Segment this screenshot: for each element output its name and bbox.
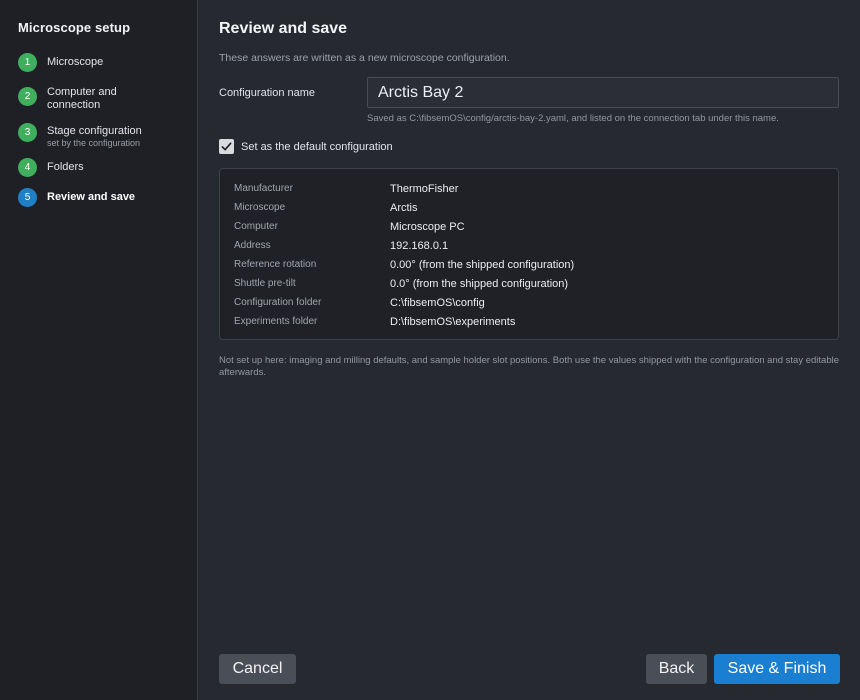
footer-actions: Cancel Back Save & Finish xyxy=(219,654,840,684)
summary-value: C:\fibsemOS\config xyxy=(390,296,485,309)
summary-value: ThermoFisher xyxy=(390,182,459,195)
main-panel: Review and save These answers are writte… xyxy=(198,0,860,700)
footnote: Not set up here: imaging and milling def… xyxy=(219,355,839,378)
summary-value: D:\fibsemOS\experiments xyxy=(390,315,516,328)
summary-row: Computer Microscope PC xyxy=(234,217,824,236)
config-name-input[interactable] xyxy=(367,77,839,108)
summary-key: Microscope xyxy=(234,202,286,213)
summary-value: 192.168.0.1 xyxy=(390,239,449,252)
summary-row: Microscope Arctis xyxy=(234,198,824,217)
default-config-checkbox[interactable] xyxy=(219,139,234,154)
config-name-row: Configuration name Saved as C:\fibsemOS\… xyxy=(219,77,840,125)
summary-row: Shuttle pre-tilt 0.0° (from the shipped … xyxy=(234,274,824,293)
summary-key: Reference rotation xyxy=(234,259,317,270)
summary-key: Experiments folder xyxy=(234,316,318,327)
save-finish-button[interactable]: Save & Finish xyxy=(714,654,840,684)
step-number-badge: 1 xyxy=(18,53,37,72)
step-number-badge: 5 xyxy=(18,188,37,207)
summary-value: 0.0° (from the shipped configuration) xyxy=(390,277,569,290)
step-label: Review and save xyxy=(47,191,136,203)
checkmark-icon xyxy=(221,142,232,151)
sidebar-step-computer-connection[interactable]: 2 Computer and connection xyxy=(18,83,197,112)
page-description: These answers are written as a new micro… xyxy=(219,52,510,64)
step-label: Folders xyxy=(47,161,84,173)
step-label: Computer and connection xyxy=(47,86,117,111)
cancel-button[interactable]: Cancel xyxy=(219,654,296,684)
sidebar-step-stage-configuration[interactable]: 3 Stage configuration set by the configu… xyxy=(18,122,197,148)
step-number-badge: 2 xyxy=(18,87,37,106)
summary-row: Experiments folder D:\fibsemOS\experimen… xyxy=(234,312,824,331)
step-number-badge: 4 xyxy=(18,158,37,177)
config-name-label: Configuration name xyxy=(219,87,316,99)
summary-value: Arctis xyxy=(390,201,418,214)
config-name-help: Saved as C:\fibsemOS\config/arctis-bay-2… xyxy=(367,113,779,124)
summary-key: Address xyxy=(234,240,271,251)
step-label: Microscope xyxy=(47,56,104,68)
summary-row: Address 192.168.0.1 xyxy=(234,236,824,255)
summary-key: Manufacturer xyxy=(234,183,293,194)
sidebar-title: Microscope setup xyxy=(18,20,131,35)
summary-key: Shuttle pre-tilt xyxy=(234,278,296,289)
sidebar-step-microscope[interactable]: 1 Microscope xyxy=(18,53,197,73)
summary-row: Reference rotation 0.00° (from the shipp… xyxy=(234,255,824,274)
setup-wizard: Microscope setup 1 Microscope 2 Computer… xyxy=(0,0,860,700)
summary-row: Manufacturer ThermoFisher xyxy=(234,179,824,198)
back-button[interactable]: Back xyxy=(646,654,707,684)
sidebar: Microscope setup 1 Microscope 2 Computer… xyxy=(0,0,198,700)
step-number-badge: 3 xyxy=(18,123,37,142)
summary-row: Configuration folder C:\fibsemOS\config xyxy=(234,293,824,312)
step-sublabel: set by the configuration xyxy=(47,138,141,148)
step-label: Stage configuration xyxy=(47,125,142,137)
page-title: Review and save xyxy=(219,20,348,37)
sidebar-step-folders[interactable]: 4 Folders xyxy=(18,158,197,178)
summary-value: 0.00° (from the shipped configuration) xyxy=(390,258,575,271)
summary-panel: Manufacturer ThermoFisher Microscope Arc… xyxy=(219,168,839,340)
summary-value: Microscope PC xyxy=(390,220,465,233)
default-config-label: Set as the default configuration xyxy=(241,140,393,153)
summary-key: Configuration folder xyxy=(234,297,322,308)
default-config-row[interactable]: Set as the default configuration xyxy=(219,139,840,154)
sidebar-step-review-save[interactable]: 5 Review and save xyxy=(18,188,197,208)
summary-key: Computer xyxy=(234,221,278,232)
